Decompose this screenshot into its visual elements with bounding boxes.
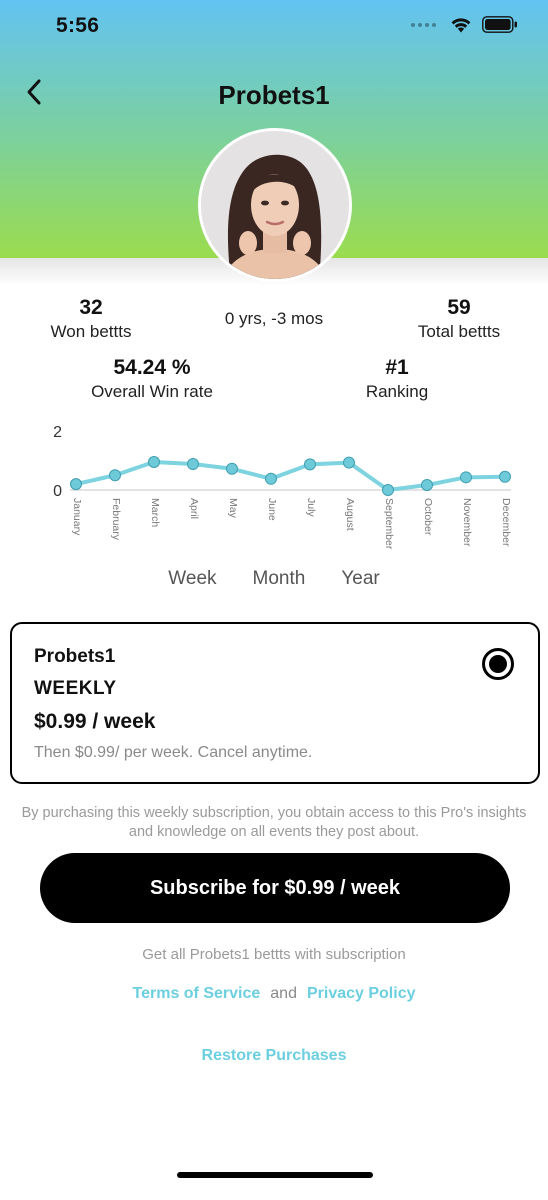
- ranking-label: Ranking: [365, 382, 429, 401]
- weekly-plan-card[interactable]: Probets1 WEEKLY $0.99 / week Then $0.99/…: [10, 622, 540, 784]
- chart-point: [109, 469, 121, 482]
- tab-month[interactable]: Month: [253, 568, 306, 590]
- won-bets-stat: 32 Won bettts: [30, 296, 152, 342]
- won-bets-value: 32: [79, 296, 103, 319]
- subscription-note: Get all Probets1 bettts with subscriptio…: [142, 946, 406, 963]
- chart-point: [70, 478, 82, 491]
- radio-selected-icon[interactable]: [482, 648, 514, 680]
- chart-series-line: [74, 459, 507, 492]
- avatar: [198, 128, 352, 282]
- ranking-stat: #1 Ranking: [337, 356, 457, 402]
- subscribe-button[interactable]: Subscribe for $0.99 / week: [40, 853, 510, 923]
- chart-point: [148, 455, 160, 468]
- terms-of-service-link[interactable]: Terms of Service: [133, 985, 261, 1002]
- x-tick-label: September: [383, 498, 395, 550]
- x-tick-label: November: [461, 498, 473, 547]
- avatar-photo: [201, 131, 349, 279]
- x-tick-label: July: [305, 498, 317, 517]
- member-age: 0 yrs, -3 mos: [224, 309, 324, 328]
- legal-links: Terms of Service and Privacy Policy: [0, 985, 548, 1003]
- chart-point: [343, 456, 355, 469]
- x-tick-label: April: [188, 498, 200, 519]
- ranking-value: #1: [385, 356, 409, 379]
- monthly-performance-chart: 0 2 January February March April May June July Au…: [53, 424, 512, 550]
- tab-year[interactable]: Year: [341, 568, 379, 590]
- battery-icon: [482, 16, 517, 33]
- y-tick-label: 2: [53, 424, 62, 441]
- status-bar: 5:56: [0, 0, 548, 54]
- signal-icon: [411, 22, 436, 27]
- x-tick-label: October: [422, 498, 434, 536]
- total-bets-stat: 59 Total bettts: [398, 296, 520, 342]
- total-bets-label: Total bettts: [417, 322, 501, 341]
- plan-price: $0.99 / week: [34, 710, 156, 733]
- chart-point: [382, 484, 394, 496]
- x-tick-label: August: [344, 498, 356, 531]
- x-tick-label: June: [266, 498, 278, 521]
- home-indicator: [177, 1172, 373, 1178]
- chart-point: [421, 478, 433, 491]
- win-rate-value: 54.24 %: [113, 356, 191, 379]
- x-tick-label: February: [110, 498, 122, 541]
- status-icons: [411, 16, 518, 33]
- chart-point: [226, 462, 238, 475]
- win-rate-stat: 54.24 % Overall Win rate: [72, 356, 232, 402]
- chart-point: [499, 470, 511, 483]
- x-tick-label: March: [149, 498, 161, 527]
- subscription-disclaimer: By purchasing this weekly subscription, …: [21, 805, 527, 840]
- chart-point: [460, 471, 472, 484]
- member-age-stat: 0 yrs, -3 mos: [184, 309, 364, 329]
- privacy-policy-link[interactable]: Privacy Policy: [307, 985, 416, 1002]
- plan-name: Probets1: [34, 646, 116, 667]
- status-time: 5:56: [56, 14, 100, 37]
- legal-and-text: and: [270, 985, 297, 1002]
- x-tick-label: December: [500, 498, 512, 547]
- chart-point: [265, 472, 277, 485]
- restore-purchases-link[interactable]: Restore Purchases: [0, 1047, 548, 1065]
- period-tabs: Week Month Year: [0, 568, 548, 590]
- x-tick-label: May: [227, 498, 239, 519]
- chart-point: [304, 458, 316, 471]
- total-bets-value: 59: [447, 296, 471, 319]
- win-rate-label: Overall Win rate: [91, 382, 213, 401]
- chart-point: [187, 458, 199, 471]
- y-tick-label: 0: [53, 483, 62, 500]
- x-tick-label: January: [71, 498, 83, 536]
- plan-description: Then $0.99/ per week. Cancel anytime.: [34, 744, 313, 761]
- tab-week[interactable]: Week: [168, 568, 216, 590]
- won-bets-label: Won bettts: [50, 322, 132, 341]
- wifi-icon: [451, 18, 471, 33]
- plan-period: WEEKLY: [34, 678, 117, 699]
- page-title: Probets1: [218, 80, 330, 110]
